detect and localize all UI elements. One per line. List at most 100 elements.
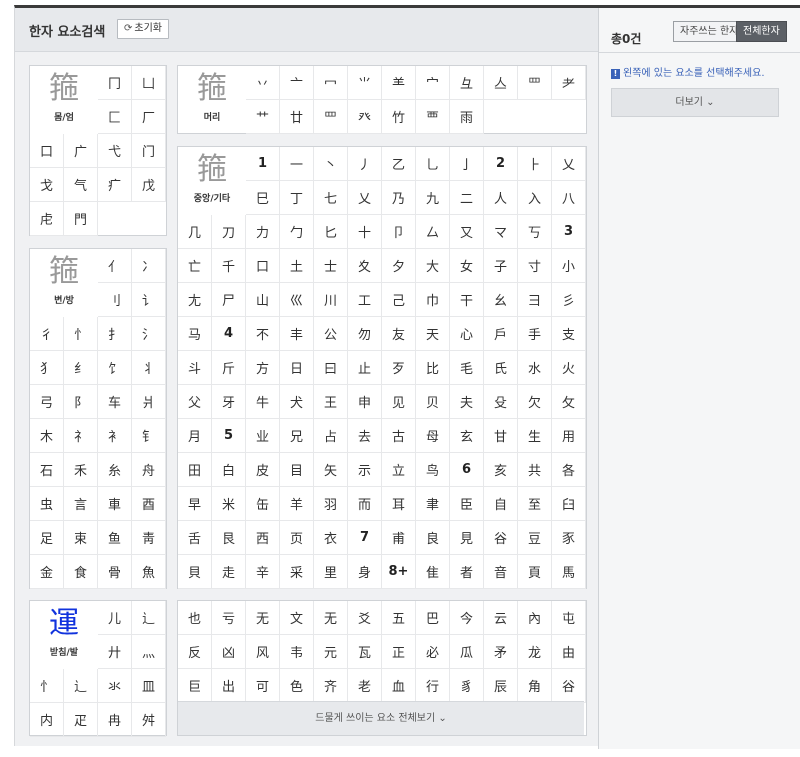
element-cell[interactable]: 尢 [178,283,212,317]
element-cell[interactable]: 老 [348,669,382,703]
element-cell[interactable]: 皿 [132,669,166,703]
element-cell[interactable]: 自 [484,487,518,521]
element-cell[interactable]: 瓜 [450,635,484,669]
element-cell[interactable]: 白 [212,453,246,487]
element-cell[interactable]: 土 [280,249,314,283]
element-cell[interactable]: 亥 [484,453,518,487]
element-cell[interactable]: 廾 [98,635,132,669]
element-cell[interactable]: 金 [30,555,64,589]
element-cell[interactable]: 竹 [382,100,416,134]
element-cell[interactable]: 乚 [416,147,450,181]
element-cell[interactable]: 糸 [98,453,132,487]
element-cell[interactable]: 月 [178,419,212,453]
element-cell[interactable]: 巳 [246,181,280,215]
element-cell[interactable]: 寸 [518,249,552,283]
element-cell[interactable]: 厶 [416,215,450,249]
element-cell[interactable]: 贝 [416,385,450,419]
element-cell[interactable]: 乂 [348,181,382,215]
element-cell[interactable]: 臼 [552,487,586,521]
element-cell[interactable]: 田 [178,453,212,487]
element-cell[interactable]: 舟 [132,453,166,487]
element-cell[interactable]: 亼 [484,66,518,100]
element-cell[interactable]: 母 [416,419,450,453]
element-cell[interactable]: 己 [382,283,416,317]
element-cell[interactable]: 丰 [280,317,314,351]
element-cell[interactable]: 十 [348,215,382,249]
element-cell[interactable]: 辰 [484,669,518,703]
element-cell[interactable]: 匕 [314,215,348,249]
element-cell[interactable]: 見 [450,521,484,555]
element-cell[interactable]: ⺊ [518,147,552,181]
element-cell[interactable]: 氏 [484,351,518,385]
element-cell[interactable]: 耳 [382,487,416,521]
element-cell[interactable]: 彐 [518,283,552,317]
element-cell[interactable]: 无 [314,601,348,635]
element-cell[interactable]: 雨 [450,100,484,134]
element-cell[interactable]: 业 [246,419,280,453]
element-cell[interactable]: 弓 [30,385,64,419]
element-cell[interactable]: 公 [314,317,348,351]
element-cell[interactable]: 女 [450,249,484,283]
element-cell[interactable]: 覀 [416,100,450,134]
element-cell[interactable]: 谷 [484,521,518,555]
element-cell[interactable]: 丬 [132,351,166,385]
element-cell[interactable]: 毛 [450,351,484,385]
element-cell[interactable]: 元 [314,635,348,669]
element-cell[interactable]: 色 [280,669,314,703]
element-cell[interactable]: 矛 [484,635,518,669]
element-cell[interactable]: 音 [484,555,518,589]
element-cell[interactable]: 卩 [382,215,416,249]
element-cell[interactable]: 玄 [450,419,484,453]
element-cell[interactable]: 一 [280,147,314,181]
element-cell[interactable]: 欠 [518,385,552,419]
element-cell[interactable]: 耂 [552,66,586,100]
element-cell[interactable]: 虍 [30,202,64,236]
element-cell[interactable]: 出 [212,669,246,703]
element-cell[interactable]: 食 [64,555,98,589]
element-cell[interactable]: 水 [518,351,552,385]
toggle-frequent-hanja[interactable]: 자주쓰는 한자 [673,21,746,42]
element-cell[interactable]: 亡 [178,249,212,283]
element-cell[interactable]: 弋 [98,134,132,168]
element-cell[interactable]: 辶 [64,669,98,703]
element-cell[interactable]: 西 [246,521,280,555]
element-cell[interactable]: 日 [280,351,314,385]
element-cell[interactable]: 九 [416,181,450,215]
element-cell[interactable]: 而 [348,487,382,521]
element-cell[interactable]: マ [484,215,518,249]
element-cell[interactable]: 癶 [348,100,382,134]
element-cell[interactable]: 曰 [314,351,348,385]
element-cell[interactable]: 刀 [212,215,246,249]
element-cell[interactable]: 天 [416,317,450,351]
element-cell[interactable]: 殳 [484,385,518,419]
element-cell[interactable]: 无 [246,601,280,635]
element-cell[interactable]: 饣 [98,351,132,385]
element-cell[interactable]: 羊 [280,487,314,521]
element-cell[interactable]: 身 [348,555,382,589]
element-cell[interactable]: 反 [178,635,212,669]
element-cell[interactable]: 臣 [450,487,484,521]
element-cell[interactable]: 礻 [64,419,98,453]
element-cell[interactable]: 羽 [314,487,348,521]
element-cell[interactable]: 申 [348,385,382,419]
element-cell[interactable]: 戈 [30,168,64,202]
element-cell[interactable]: 匚 [98,100,132,134]
element-cell[interactable]: 犬 [280,385,314,419]
element-cell[interactable]: 刂 [98,283,132,317]
element-cell[interactable]: 千 [212,249,246,283]
element-cell[interactable]: 示 [348,453,382,487]
element-cell[interactable]: 骨 [98,555,132,589]
element-cell[interactable]: 云 [484,601,518,635]
element-cell[interactable]: 忄 [30,669,64,703]
element-cell[interactable]: 丷 [246,66,280,100]
element-cell[interactable]: 五 [382,601,416,635]
element-cell[interactable]: 辛 [246,555,280,589]
element-cell[interactable]: 幺 [484,283,518,317]
element-cell[interactable]: 罒 [314,100,348,134]
element-cell[interactable]: 氺 [98,669,132,703]
element-cell[interactable]: 米 [212,487,246,521]
element-cell[interactable]: 石 [30,453,64,487]
more-button[interactable]: 더보기 ⌄ [611,88,779,117]
element-cell[interactable]: 矢 [314,453,348,487]
element-cell[interactable]: 鱼 [98,521,132,555]
